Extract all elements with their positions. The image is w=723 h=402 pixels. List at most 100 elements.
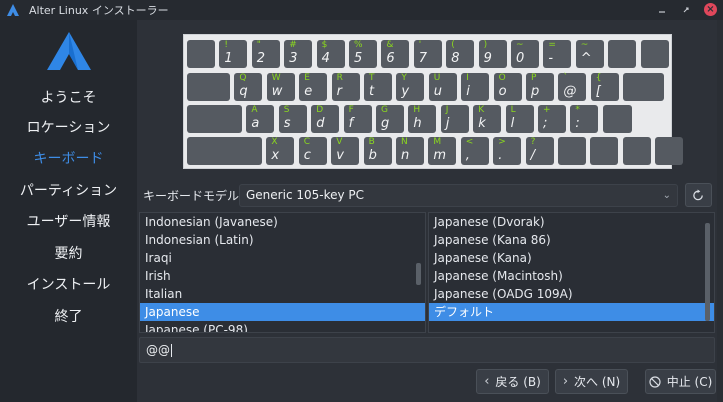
- key-shift-label: R: [336, 73, 343, 83]
- key-base-label: w: [271, 84, 283, 99]
- variant-list-item[interactable]: デフォルト: [429, 303, 714, 321]
- keyboard-key: ? /: [525, 137, 554, 165]
- keyboard-variant-list[interactable]: Japanese (Dvorak) Japanese (Kana 86) Japan…: [428, 212, 715, 333]
- variant-list-item[interactable]: Japanese (OADG 109A): [429, 285, 714, 303]
- key-base-label: 5: [354, 51, 363, 66]
- key-base-label: c: [303, 148, 311, 163]
- key-base-label: .: [498, 148, 503, 163]
- key-shift-label: L: [510, 105, 516, 115]
- key-shift-label: ~: [516, 40, 524, 50]
- chevron-down-icon: ⌄: [662, 190, 671, 201]
- keyboard-key: [602, 105, 632, 133]
- next-button-label: 次へ (N): [574, 375, 621, 389]
- key-base-label: m: [433, 148, 447, 163]
- keyboard-key: & 6: [381, 40, 410, 68]
- layout-list-scrollbar[interactable]: [416, 215, 422, 330]
- alter-logo-icon: [47, 32, 91, 70]
- key-shift-label: P: [531, 73, 537, 83]
- keyboard-key: Jj: [440, 105, 469, 133]
- key-base-label: :: [575, 116, 580, 131]
- key-base-label: 7: [418, 51, 428, 66]
- keyboard-test-value: @@: [146, 343, 170, 357]
- keyboard-key: Yy: [396, 73, 425, 101]
- keyboard-model-select[interactable]: Generic 105-key PC ⌄: [239, 184, 678, 207]
- layout-list-item[interactable]: Indonesian (Latin): [140, 231, 425, 249]
- window-title: Alter Linux インストーラー: [29, 4, 169, 17]
- keyboard-key: Cc: [298, 137, 327, 165]
- key-base-label: i: [466, 84, 470, 99]
- keyboard-layout-list[interactable]: Indonesian (Javanese) Indonesian (Latin) I…: [139, 212, 426, 333]
- variant-list-item[interactable]: Japanese (Macintosh): [429, 267, 714, 285]
- sidebar-item-location[interactable]: ロケーション: [0, 117, 137, 137]
- alter-logo-icon: [7, 4, 19, 16]
- key-shift-label: {: [595, 73, 602, 83]
- keyboard-key: Pp: [526, 73, 554, 101]
- keyboard-key: Ee: [299, 73, 328, 101]
- sidebar-item-finish[interactable]: 終了: [0, 306, 137, 326]
- key-shift-label: %: [354, 40, 363, 50]
- keyboard-key: [608, 40, 637, 68]
- layout-list-item[interactable]: Italian: [140, 285, 425, 303]
- keyboard-key: Tt: [364, 73, 392, 101]
- layout-list-item[interactable]: Iraqi: [140, 249, 425, 267]
- variant-list-item[interactable]: Japanese (Kana 86): [429, 231, 714, 249]
- close-button[interactable]: ×: [704, 3, 717, 16]
- variant-list-item[interactable]: Japanese (Dvorak): [429, 213, 714, 231]
- sidebar-item-welcome[interactable]: ようこそ: [0, 87, 137, 107]
- keyboard-key: ! 1: [219, 40, 248, 68]
- layout-list-scroll-thumb[interactable]: [416, 263, 421, 285]
- key-shift-label: I: [466, 73, 469, 83]
- sidebar-item-install[interactable]: インストール: [0, 274, 137, 294]
- next-button[interactable]: › 次へ (N): [555, 369, 628, 394]
- keyboard-key: Gg: [376, 105, 404, 133]
- key-shift-label: M: [433, 137, 442, 147]
- sidebar-item-keyboard[interactable]: キーボード: [0, 148, 137, 168]
- layout-list-item[interactable]: Japanese: [140, 303, 425, 321]
- restore-icon: [683, 6, 689, 12]
- key-base-label: n: [401, 148, 410, 163]
- keyboard-test-input[interactable]: @@: [139, 337, 715, 363]
- minimize-icon: [659, 10, 665, 13]
- key-base-label: h: [413, 116, 422, 131]
- keyboard-key: = -: [543, 40, 572, 68]
- key-base-label: 9: [483, 51, 492, 66]
- sidebar-item-summary[interactable]: 要約: [0, 243, 137, 263]
- layout-list-item[interactable]: Irish: [140, 267, 425, 285]
- key-shift-label: &: [386, 40, 394, 50]
- keyboard-key: Aa: [246, 105, 275, 133]
- key-base-label: g: [381, 116, 390, 131]
- key-shift-label: ?: [530, 137, 536, 147]
- minimize-button[interactable]: [656, 4, 668, 16]
- cancel-button[interactable]: 中止 (C): [645, 369, 716, 394]
- reset-model-button[interactable]: [685, 183, 712, 207]
- variant-list-scroll-thumb[interactable]: [705, 223, 710, 321]
- keyboard-key: Uu: [428, 73, 457, 101]
- key-base-label: x: [271, 148, 280, 163]
- key-shift-label: A: [251, 105, 258, 115]
- key-base-label: o: [498, 84, 507, 99]
- variant-list-item[interactable]: Japanese (Kana): [429, 249, 714, 267]
- keyboard-key: Oo: [493, 73, 522, 101]
- key-shift-label: J: [445, 105, 449, 115]
- key-base-label: ^: [580, 51, 592, 66]
- sidebar-item-partition[interactable]: パーティション: [0, 180, 137, 200]
- key-base-label: t: [369, 84, 375, 99]
- layout-list-item[interactable]: Japanese (PC-98): [140, 321, 425, 332]
- key-shift-label: `: [563, 73, 568, 83]
- key-shift-label: C: [303, 137, 311, 147]
- keyboard-key: ~0: [511, 40, 539, 68]
- key-base-label: k: [478, 116, 486, 131]
- key-shift-label: *: [575, 105, 580, 115]
- restore-button[interactable]: [680, 4, 692, 16]
- keyboard-key: <,: [460, 137, 489, 165]
- key-base-label: j: [445, 116, 450, 131]
- close-icon: ×: [706, 4, 715, 15]
- keyboard-key: [623, 73, 665, 101]
- back-button[interactable]: ‹ 戻る (B): [476, 369, 549, 394]
- variant-list-scrollbar[interactable]: [705, 215, 711, 330]
- sidebar-item-user-info[interactable]: ユーザー情報: [0, 211, 137, 231]
- keyboard-key: Nn: [396, 137, 424, 165]
- keyboard-key: >.: [493, 137, 522, 165]
- key-base-label: s: [283, 116, 291, 131]
- layout-list-item[interactable]: Indonesian (Javanese): [140, 213, 425, 231]
